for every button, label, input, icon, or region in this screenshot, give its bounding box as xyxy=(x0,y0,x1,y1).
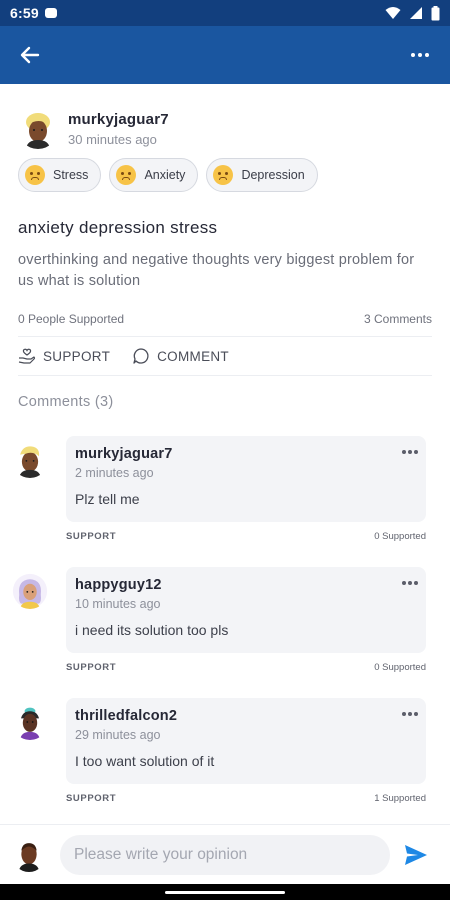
post-header: murkyjaguar7 30 minutes ago xyxy=(0,84,450,158)
comment-supported-count: 1 Supported xyxy=(374,793,426,804)
post-author[interactable]: murkyjaguar7 xyxy=(68,111,169,128)
status-bar: 6:59 xyxy=(0,0,450,26)
comment-composer xyxy=(0,824,450,884)
comment-footer: SUPPORT 0 Supported xyxy=(66,662,426,673)
comment-footer: SUPPORT 0 Supported xyxy=(66,531,426,542)
chat-notification-icon xyxy=(44,8,57,18)
comment-bubble-icon xyxy=(133,348,149,364)
comment-label: COMMENT xyxy=(157,348,229,364)
comment-author[interactable]: happyguy12 xyxy=(75,577,417,593)
comment-bubble: murkyjaguar7 2 minutes ago Plz tell me xyxy=(66,436,426,522)
comment-footer: SUPPORT 1 Supported xyxy=(66,793,426,804)
post-time: 30 minutes ago xyxy=(68,132,157,147)
avatar[interactable] xyxy=(12,704,48,740)
signal-icon xyxy=(410,7,422,19)
send-icon xyxy=(405,844,427,865)
comment-bubble: thrilledfalcon2 29 minutes ago I too wan… xyxy=(66,698,426,784)
divider xyxy=(18,375,432,376)
tag-depression[interactable]: Depression xyxy=(206,158,318,192)
comment-menu-button[interactable] xyxy=(402,450,418,454)
comment-item: murkyjaguar7 2 minutes ago Plz tell me S… xyxy=(0,436,450,547)
arrow-left-icon xyxy=(20,46,40,64)
comment-time: 29 minutes ago xyxy=(75,728,161,742)
support-label: SUPPORT xyxy=(43,348,111,364)
comment-time: 2 minutes ago xyxy=(75,466,154,480)
anxious-face-icon xyxy=(116,165,137,185)
comment-time: 10 minutes ago xyxy=(75,597,161,611)
avatar[interactable] xyxy=(18,109,58,149)
post-title: anxiety depression stress xyxy=(18,218,218,237)
comment-support-button[interactable]: SUPPORT xyxy=(66,662,116,673)
post-body: overthinking and negative thoughts very … xyxy=(18,252,415,289)
worried-face-icon xyxy=(25,165,45,185)
comment-menu-button[interactable] xyxy=(402,581,418,585)
tag-label: Anxiety xyxy=(144,168,186,182)
avatar[interactable] xyxy=(12,838,46,872)
avatar[interactable] xyxy=(12,573,48,609)
comment-text: I too want solution of it xyxy=(75,753,215,769)
supported-count[interactable]: 0 People Supported xyxy=(18,312,124,326)
tag-list: Stress Anxiety Depression xyxy=(0,158,450,192)
tag-stress[interactable]: Stress xyxy=(18,158,102,192)
post-stats: 0 People Supported 3 Comments xyxy=(0,312,450,326)
comment-author[interactable]: thrilledfalcon2 xyxy=(75,708,417,724)
system-nav-bar xyxy=(0,884,450,900)
comment-bubble: happyguy12 10 minutes ago i need its sol… xyxy=(66,567,426,653)
comments-heading: Comments (3) xyxy=(18,394,114,410)
send-button[interactable] xyxy=(404,844,428,866)
tag-label: Depression xyxy=(241,168,305,182)
avatar[interactable] xyxy=(12,442,48,478)
comment-text: i need its solution too pls xyxy=(75,622,229,638)
tag-label: Stress xyxy=(53,168,89,182)
post-detail: murkyjaguar7 30 minutes ago Stress Anxie… xyxy=(0,84,450,824)
status-time: 6:59 xyxy=(10,5,39,21)
support-hand-icon xyxy=(18,348,36,364)
comment-author[interactable]: murkyjaguar7 xyxy=(75,446,417,462)
home-gesture-handle[interactable] xyxy=(165,890,285,894)
opinion-input[interactable] xyxy=(60,834,390,875)
comment-supported-count: 0 Supported xyxy=(374,531,426,542)
sad-face-icon xyxy=(213,165,234,185)
comment-button[interactable]: COMMENT xyxy=(132,347,229,365)
comment-text: Plz tell me xyxy=(75,491,140,507)
overflow-menu-button[interactable] xyxy=(404,39,436,71)
back-button[interactable] xyxy=(14,39,46,71)
comment-item: happyguy12 10 minutes ago i need its sol… xyxy=(0,567,450,678)
comment-item: thrilledfalcon2 29 minutes ago I too wan… xyxy=(0,698,450,809)
tag-anxiety[interactable]: Anxiety xyxy=(109,158,199,192)
comment-support-button[interactable]: SUPPORT xyxy=(66,531,116,542)
battery-icon xyxy=(431,5,440,20)
comments-count[interactable]: 3 Comments xyxy=(364,312,432,326)
post-actions: SUPPORT COMMENT xyxy=(0,337,450,375)
comment-supported-count: 0 Supported xyxy=(374,662,426,673)
comment-support-button[interactable]: SUPPORT xyxy=(66,793,116,804)
wifi-icon xyxy=(385,7,401,19)
support-button[interactable]: SUPPORT xyxy=(18,347,110,365)
app-bar xyxy=(0,26,450,84)
comment-menu-button[interactable] xyxy=(402,712,418,716)
